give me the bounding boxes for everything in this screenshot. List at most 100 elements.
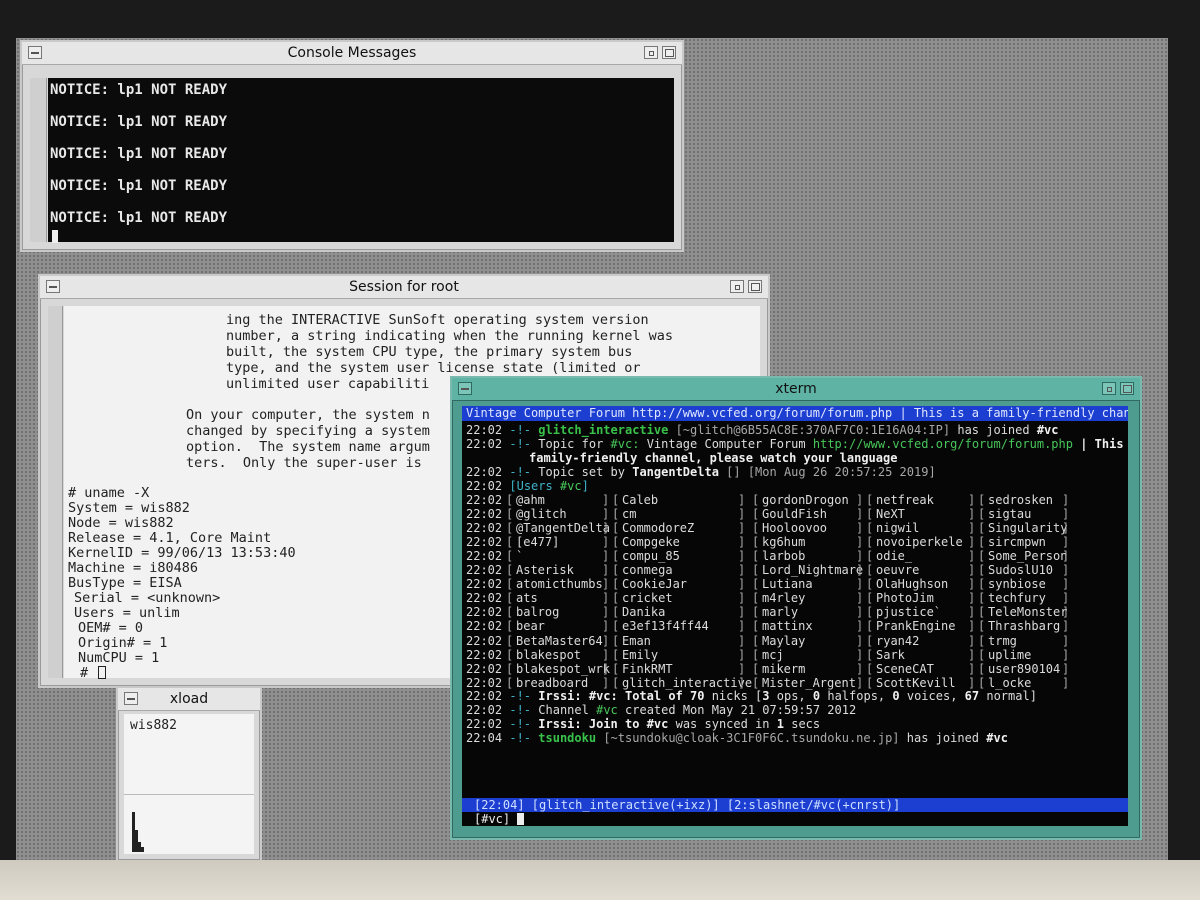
xterm-window[interactable]: xterm Vintage Computer Forum http://www.…: [450, 376, 1142, 840]
nick-entry[interactable]: breadboard: [516, 676, 588, 690]
minimize-button[interactable]: [1102, 382, 1116, 395]
nick-entry[interactable]: oeuvre: [876, 563, 919, 577]
nick-entry[interactable]: TeleMonster: [988, 605, 1067, 619]
nick-bracket: [: [612, 549, 620, 564]
nick-entry[interactable]: `: [516, 549, 523, 563]
nick-entry[interactable]: Sark: [876, 648, 905, 662]
xload-title: xload: [169, 691, 209, 707]
nick-entry[interactable]: netfreak: [876, 493, 934, 507]
nick-entry[interactable]: gordonDrogon: [762, 493, 849, 507]
nick-bracket: ]: [602, 535, 610, 550]
nick-bracket: [: [506, 647, 514, 662]
maximize-button[interactable]: [662, 46, 676, 59]
nick-entry[interactable]: nigwil: [876, 521, 919, 535]
console-scrollbar[interactable]: [30, 78, 47, 242]
nick-entry[interactable]: marly: [762, 605, 798, 619]
nick-entry[interactable]: blakespot: [516, 648, 581, 662]
nick-entry[interactable]: compu_85: [622, 549, 680, 563]
session-scrollbar[interactable]: [48, 306, 63, 678]
nick-entry[interactable]: Eman: [622, 634, 651, 648]
nick-bracket: ]: [602, 591, 610, 606]
nick-entry[interactable]: Emily: [622, 648, 658, 662]
nick-bracket: [: [506, 563, 514, 578]
nick-entry[interactable]: pjustice`: [876, 605, 941, 619]
maximize-button[interactable]: [1120, 382, 1134, 395]
nick-entry[interactable]: synbiose: [988, 577, 1046, 591]
nick-entry[interactable]: PrankEngine: [876, 619, 955, 633]
nick-entry[interactable]: balrog: [516, 605, 559, 619]
maximize-button[interactable]: [748, 280, 762, 293]
nick-entry[interactable]: CommodoreZ: [622, 521, 694, 535]
xterm-titlebar[interactable]: xterm: [452, 378, 1140, 401]
nick-entry[interactable]: conmega: [622, 563, 673, 577]
console-titlebar[interactable]: Console Messages: [22, 42, 682, 65]
nick-entry[interactable]: m4rley: [762, 591, 805, 605]
nick-entry[interactable]: glitch_interactive: [622, 676, 752, 690]
nick-entry[interactable]: sedrosken: [988, 493, 1053, 507]
nick-entry[interactable]: Lutiana: [762, 577, 813, 591]
nick-entry[interactable]: blakespot_wrk: [516, 662, 610, 676]
nick-entry[interactable]: @ahm: [516, 493, 545, 507]
nick-entry[interactable]: sigtau: [988, 507, 1031, 521]
nick-entry[interactable]: trmg: [988, 634, 1017, 648]
nick-entry[interactable]: CookieJar: [622, 577, 687, 591]
nick-bracket: [: [612, 661, 620, 676]
nick-entry[interactable]: l_ocke: [988, 676, 1031, 690]
nick-entry[interactable]: user890104: [988, 662, 1060, 676]
nick-entry[interactable]: mcj: [762, 648, 784, 662]
nick-entry[interactable]: Compgeke: [622, 535, 680, 549]
minimize-button[interactable]: [644, 46, 658, 59]
nick-entry[interactable]: uplime: [988, 648, 1031, 662]
input-line[interactable]: [#vc]: [474, 812, 525, 826]
nick-entry[interactable]: cm: [622, 507, 636, 521]
nick-entry[interactable]: atomicthumbs: [516, 577, 603, 591]
nick-entry[interactable]: Maylay: [762, 634, 805, 648]
xload-window[interactable]: xload wis882: [116, 686, 262, 862]
uname-output: BusType = EISA: [68, 575, 182, 591]
created-line: 22:02 -!- Channel #vc created Mon May 21…: [466, 703, 857, 717]
nick-entry[interactable]: SudoslU10: [988, 563, 1053, 577]
uname-output: Serial = <unknown>: [74, 590, 221, 606]
nick-entry[interactable]: novoiperkele: [876, 535, 963, 549]
xload-titlebar[interactable]: xload: [118, 688, 260, 711]
nick-entry[interactable]: mikerm: [762, 662, 805, 676]
nick-entry[interactable]: Some_Person: [988, 549, 1067, 563]
nick-entry[interactable]: bear: [516, 619, 545, 633]
nick-entry[interactable]: FinkRMT: [622, 662, 673, 676]
nick-entry[interactable]: [e477]: [516, 535, 559, 549]
nick-entry[interactable]: Hooloovoo: [762, 521, 827, 535]
nick-entry[interactable]: techfury: [988, 591, 1046, 605]
nick-entry[interactable]: kg6hum: [762, 535, 805, 549]
nick-entry[interactable]: @TangentDelta: [516, 521, 610, 535]
nick-bracket: ]: [1062, 507, 1070, 522]
nick-entry[interactable]: mattinx: [762, 619, 813, 633]
nick-entry[interactable]: Lord_Nightmare: [762, 563, 863, 577]
nick-entry[interactable]: BetaMaster64: [516, 634, 603, 648]
nick-entry[interactable]: Asterisk: [516, 563, 574, 577]
session-titlebar[interactable]: Session for root: [40, 276, 768, 299]
nick-entry[interactable]: @glitch: [516, 507, 567, 521]
nick-entry[interactable]: e3ef13f4ff44: [622, 619, 709, 633]
nick-entry[interactable]: Thrashbarg: [988, 619, 1060, 633]
nick-entry[interactable]: NeXT: [876, 507, 905, 521]
nick-entry[interactable]: PhotoJim: [876, 591, 934, 605]
nick-entry[interactable]: odie_: [876, 549, 912, 563]
nick-entry[interactable]: Singularity: [988, 521, 1067, 535]
console-messages-window[interactable]: Console Messages NOTICE: lp1 NOT READY N…: [20, 40, 684, 252]
nick-entry[interactable]: sircmpwn: [988, 535, 1046, 549]
nick-bracket: [: [506, 619, 514, 634]
nick-entry[interactable]: ScottKevill: [876, 676, 955, 690]
nick-entry[interactable]: ryan42: [876, 634, 919, 648]
nick-entry[interactable]: SceneCAT: [876, 662, 934, 676]
man-line: option. The system name argum: [186, 439, 430, 455]
nick-entry[interactable]: larbob: [762, 549, 805, 563]
nick-entry[interactable]: OlaHughson: [876, 577, 948, 591]
nick-entry[interactable]: Mister_Argent: [762, 676, 856, 690]
nick-entry[interactable]: Caleb: [622, 493, 658, 507]
irssi-terminal[interactable]: Vintage Computer Forum http://www.vcfed.…: [462, 406, 1128, 826]
nick-entry[interactable]: GouldFish: [762, 507, 827, 521]
nick-entry[interactable]: ats: [516, 591, 538, 605]
minimize-button[interactable]: [730, 280, 744, 293]
nick-entry[interactable]: cricket: [622, 591, 673, 605]
nick-entry[interactable]: Danika: [622, 605, 665, 619]
